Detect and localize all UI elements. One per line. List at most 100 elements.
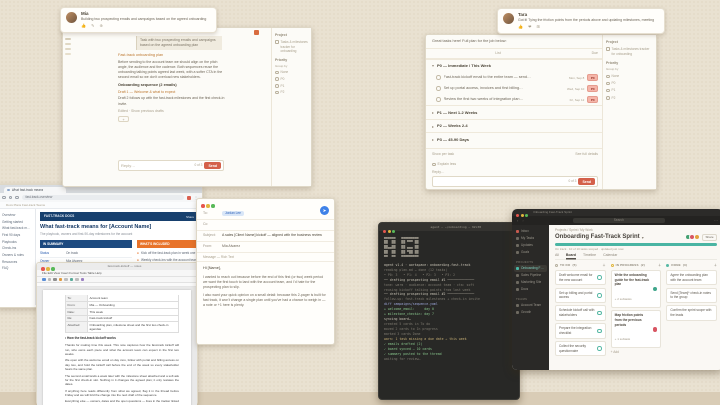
tab-calendar[interactable]: Calendar xyxy=(603,253,617,258)
avatar-stack[interactable] xyxy=(684,234,700,241)
kanban-card[interactable]: Collect the security questionnaire xyxy=(555,341,606,357)
thread-link-plan[interactable]: Fast-track onboarding plan xyxy=(118,53,226,59)
sidebar-team-item[interactable]: Growth xyxy=(514,309,547,316)
breadcrumb[interactable]: Projects / Sprint / My Work xyxy=(555,228,717,233)
column-task-header[interactable]: List xyxy=(432,51,564,56)
format-icon[interactable] xyxy=(69,277,73,282)
wiki-nav-item[interactable]: FAQ xyxy=(0,265,33,272)
add-card-icon[interactable]: ＋ xyxy=(602,263,605,267)
back-icon[interactable] xyxy=(2,195,6,200)
footer-right-link[interactable]: See full details xyxy=(575,152,598,157)
group-row[interactable]: ▸ P3 — 45-90 Days xyxy=(426,132,604,146)
thread-left-rail[interactable] xyxy=(65,38,71,55)
sidebar-project-item[interactable]: Docs xyxy=(514,286,547,293)
priority-option[interactable]: P0 xyxy=(606,81,653,86)
panel-project-item[interactable]: Tasks & milestones tracker for onboardin… xyxy=(275,40,308,54)
sidebar-project-item[interactable]: Onboarding Fast-Track xyxy=(514,265,547,273)
tab-all[interactable]: All xyxy=(555,253,559,258)
sidebar-project-item[interactable]: Marketing Site xyxy=(514,279,547,286)
priority-option[interactable]: None xyxy=(606,74,653,79)
checkbox-icon[interactable] xyxy=(432,162,436,167)
add-card-icon[interactable]: ＋ xyxy=(658,263,661,267)
send-button[interactable]: Send xyxy=(204,162,221,169)
radio-icon[interactable] xyxy=(606,81,610,86)
board-search-input[interactable]: Search xyxy=(572,218,665,223)
subject-field[interactable]: Subject: A sales [Client Name] kickoff —… xyxy=(197,231,334,242)
cc-field[interactable]: Cc: xyxy=(197,220,334,231)
column-header[interactable]: IN PROGRESS (2) ＋ xyxy=(610,263,662,267)
radio-icon[interactable] xyxy=(606,96,610,100)
recipient-chip[interactable]: Jordan Lee xyxy=(222,210,244,217)
doc-menu-bar[interactable]: File Edit View Insert Format Tools Table… xyxy=(37,270,197,278)
doc-titlebar[interactable]: fast-track-kickoff — notes xyxy=(37,263,197,271)
task-row[interactable]: Fast-track kickoff email to the entire t… xyxy=(426,72,604,83)
column-due-header[interactable]: Due xyxy=(564,51,598,56)
thread-meta[interactable]: Edited · Show previous drafts xyxy=(118,109,226,114)
included-header[interactable]: WHAT'S INCLUDED xyxy=(137,239,198,248)
forward-icon[interactable]: › xyxy=(522,218,523,224)
sidebar-item[interactable]: Inbox xyxy=(514,228,547,235)
to-field[interactable]: To: Jordan Lee xyxy=(197,208,334,220)
url-bar[interactable]: fast-track-overview xyxy=(21,194,184,201)
task-row[interactable]: Review the first two weeks of integratio… xyxy=(426,94,604,105)
extension-icon[interactable] xyxy=(187,195,191,200)
sidebar-project-item[interactable]: Sales Pipeline xyxy=(514,272,547,279)
add-reaction-button[interactable]: + xyxy=(118,116,129,123)
print-icon[interactable] xyxy=(58,277,62,282)
radio-icon[interactable] xyxy=(275,90,279,95)
banner-share-button[interactable]: Share xyxy=(186,215,194,219)
back-icon[interactable]: ‹ xyxy=(517,218,518,224)
reaction-icons[interactable]: 👍 ✎ ⊕ xyxy=(81,23,211,29)
wiki-nav-item[interactable]: Overview xyxy=(0,212,33,219)
explain-checkbox-row[interactable]: Explain less xyxy=(426,160,604,169)
column-header[interactable]: TO DO (5) ＋ xyxy=(555,263,606,267)
task-checkbox-icon[interactable] xyxy=(436,75,441,80)
wiki-nav-item[interactable]: Owners & roles xyxy=(0,252,33,259)
compose-titlebar[interactable] xyxy=(197,199,334,208)
tasklist-reply-input[interactable]: 0 of 3 Send xyxy=(432,176,598,188)
more-icon[interactable]: ⋯ xyxy=(714,218,718,224)
task-row[interactable]: Set up portal access, invoices and first… xyxy=(426,83,604,94)
bookmarks-bar[interactable]: Docs Plans Fast-track Teams xyxy=(0,202,202,210)
priority-option[interactable]: P2 xyxy=(275,90,308,95)
kanban-card[interactable]: Agree the onboarding plan with the accou… xyxy=(666,269,718,286)
redo-icon[interactable] xyxy=(75,277,79,282)
reaction-icons[interactable]: 👍 ❤ ⊞ xyxy=(518,24,659,30)
kanban-card[interactable]: Send [Team]* check-in notes to the group xyxy=(666,287,718,303)
new-doc-icon[interactable] xyxy=(42,277,46,282)
forward-icon[interactable] xyxy=(8,195,12,200)
row-label[interactable]: Status xyxy=(40,251,66,256)
radio-icon[interactable] xyxy=(275,77,279,81)
task-checkbox-icon[interactable] xyxy=(436,97,441,102)
undo-icon[interactable] xyxy=(64,277,68,282)
summary-header[interactable]: IN SUMMARY xyxy=(40,239,132,248)
terminal-titlebar[interactable]: agent — ~/onboarding — 92×38 xyxy=(379,223,519,233)
priority-option[interactable]: P0 xyxy=(275,77,308,82)
thread-link-draft1[interactable]: Draft 1 — Welcome & what to expect xyxy=(118,90,226,95)
column-header[interactable]: DONE (3) ＋ xyxy=(666,263,717,267)
wiki-nav-item[interactable]: Getting started xyxy=(0,219,33,226)
tab-board[interactable]: Board xyxy=(566,253,576,258)
send-button[interactable]: Send xyxy=(578,178,595,186)
group-row[interactable]: ▸ P2 — Weeks 2-4 xyxy=(426,118,604,133)
group-row[interactable]: ▸ P1 — Next 1-2 Weeks xyxy=(426,105,604,119)
wiki-nav-item[interactable]: Playbooks xyxy=(0,239,33,246)
radio-icon[interactable] xyxy=(606,74,610,79)
sidebar-item[interactable]: My Tasks xyxy=(514,235,547,242)
priority-option[interactable]: P1 xyxy=(606,88,653,93)
from-field[interactable]: From: Mia Alvarez xyxy=(197,242,334,253)
footer-left-link[interactable]: Show per task xyxy=(432,152,575,157)
browser-tab[interactable]: What fast-track means xyxy=(4,187,66,193)
kanban-card[interactable]: Write the onboarding guide for the fast-… xyxy=(610,269,662,308)
priority-option[interactable]: None xyxy=(275,70,308,75)
kanban-card[interactable]: Draft welcome email for the new account xyxy=(555,269,606,286)
radio-icon[interactable] xyxy=(606,88,610,93)
save-icon[interactable] xyxy=(53,277,57,282)
send-icon[interactable]: ➤ xyxy=(320,206,329,215)
sidebar-team-item[interactable]: Account Team xyxy=(514,302,547,309)
wiki-nav-item[interactable]: Check-ins xyxy=(0,245,33,252)
insert-icon[interactable] xyxy=(80,277,84,282)
wiki-nav-item[interactable]: What fast-track means xyxy=(0,225,33,232)
kanban-card[interactable]: Schedule kickoff call with stakeholders xyxy=(555,305,606,321)
tab-timeline[interactable]: Timeline xyxy=(583,253,596,258)
